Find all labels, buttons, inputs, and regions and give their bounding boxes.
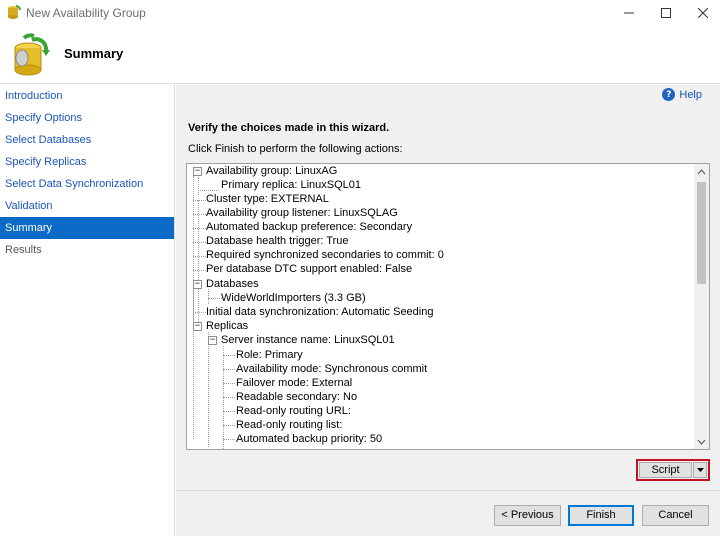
tree-node[interactable]: Role: Primary [236,348,303,362]
tree-node[interactable]: Readable secondary: No [236,390,357,404]
page-header: Summary [0,26,720,84]
verify-heading: Verify the choices made in this wizard. [188,122,390,134]
wizard-nav: Introduction Specify Options Select Data… [0,85,175,536]
tree-node[interactable]: Primary replica: LinuxSQL01 [221,178,361,192]
tree-node[interactable]: Required synchronized secondaries to com… [206,248,444,262]
previous-button[interactable]: < Previous [494,505,561,526]
tree-node[interactable]: Read-only routing list: [236,418,342,432]
tree-node[interactable]: Failover mode: External [236,376,352,390]
collapse-icon[interactable]: − [193,322,202,331]
tree-node[interactable]: Database health trigger: True [206,234,348,248]
help-label: Help [679,88,702,101]
nav-item-select-data-sync[interactable]: Select Data Synchronization [0,173,174,195]
tree-node[interactable]: Server instance name: LinuxSQL01 [221,333,395,347]
tree-node[interactable]: Availability group listener: LinuxSQLAG [206,206,398,220]
finish-button[interactable]: Finish [568,505,634,526]
nav-item-introduction[interactable]: Introduction [0,85,174,107]
instruction-text: Click Finish to perform the following ac… [188,143,403,155]
vertical-scrollbar[interactable] [694,164,709,449]
tree-node[interactable]: Availability mode: Synchronous commit [236,362,427,376]
tree-node[interactable]: Automated backup preference: Secondary [206,220,412,234]
tree-node[interactable]: Databases [206,277,259,291]
collapse-icon[interactable]: − [193,280,202,289]
help-icon: ? [662,88,676,101]
database-sync-icon [14,33,50,76]
tree-node[interactable]: Per database DTC support enabled: False [206,262,412,276]
summary-tree[interactable]: − − − − Availability group: LinuxAG Prim… [186,163,710,450]
nav-item-validation[interactable]: Validation [0,195,174,217]
nav-item-results: Results [5,244,42,256]
main-panel: ? Help Verify the choices made in this w… [176,85,720,536]
scroll-up-icon[interactable] [694,164,709,179]
collapse-icon[interactable]: − [208,336,217,345]
help-link[interactable]: ? Help [662,88,702,101]
cancel-button[interactable]: Cancel [642,505,709,526]
nav-item-specify-replicas[interactable]: Specify Replicas [0,151,174,173]
collapse-icon[interactable]: − [193,167,202,176]
nav-item-summary[interactable]: Summary [0,217,174,239]
scroll-down-icon[interactable] [694,434,709,449]
window-title: New Availability Group [26,6,146,20]
script-highlight: Script [636,459,710,481]
close-button[interactable] [680,0,720,26]
nav-item-select-databases[interactable]: Select Databases [0,129,174,151]
scroll-thumb[interactable] [697,182,706,284]
nav-item-specify-options[interactable]: Specify Options [0,107,174,129]
tree-node[interactable]: WideWorldImporters (3.3 GB) [221,291,366,305]
summary-tree-content: − − − − Availability group: LinuxAG Prim… [187,164,695,449]
footer-separator [176,490,720,491]
app-icon [8,5,21,19]
tree-node[interactable]: Initial data synchronization: Automatic … [206,305,433,319]
tree-node[interactable]: Cluster type: EXTERNAL [206,192,329,206]
tree-node[interactable]: Availability group: LinuxAG [206,164,337,178]
title-bar: New Availability Group [0,0,720,26]
tree-node[interactable]: Automated backup priority: 50 [236,432,382,446]
dropdown-arrow-icon [696,468,704,472]
tree-node[interactable]: Read-only routing URL: [236,404,351,418]
maximize-icon [661,8,671,18]
minimize-icon [624,12,634,14]
script-dropdown-button[interactable] [693,462,707,478]
tree-node[interactable]: Replicas [206,319,248,333]
page-title: Summary [64,46,124,61]
script-button[interactable]: Script [639,462,692,478]
close-icon [698,8,708,18]
